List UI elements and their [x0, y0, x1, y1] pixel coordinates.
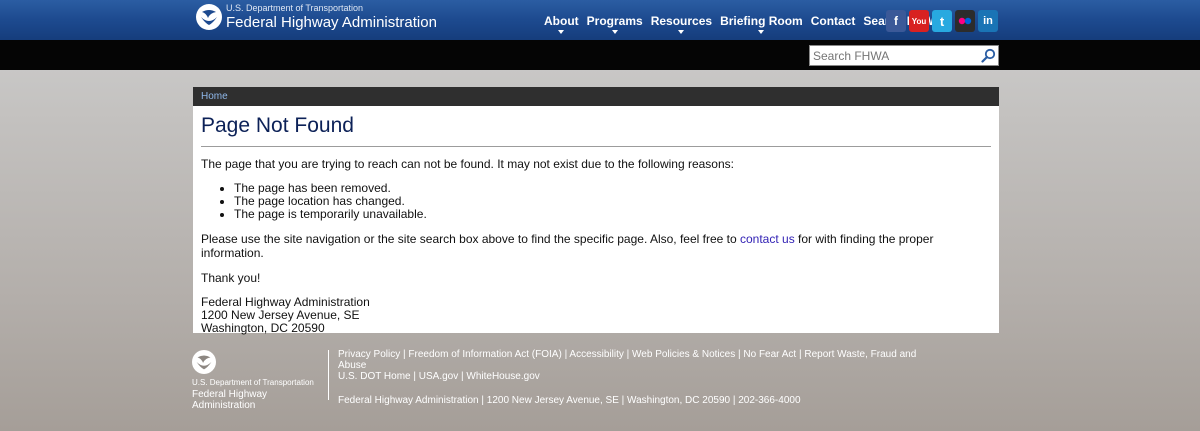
footer-link-whitehouse-gov[interactable]: WhiteHouse.gov — [466, 371, 539, 382]
footer-link-no-fear-act[interactable]: No Fear Act — [743, 349, 796, 360]
nav-briefing-room[interactable]: Briefing Room — [716, 14, 807, 36]
search-bar-strip — [0, 40, 1200, 70]
footer-links-row: U.S. DOT Home | USA.gov | WhiteHouse.gov — [338, 371, 540, 382]
address-line: Washington, DC 20590 — [201, 321, 325, 335]
nav-programs[interactable]: Programs — [583, 14, 647, 36]
contact-us-link[interactable]: contact us — [740, 232, 795, 246]
nav-resources[interactable]: Resources — [647, 14, 716, 36]
footer-logo[interactable]: U.S. Department of Transportation Federa… — [192, 350, 327, 411]
facebook-icon[interactable]: f — [886, 10, 906, 32]
main-content: Home Page Not Found The page that you ar… — [193, 87, 999, 335]
footer-link-usa-gov[interactable]: USA.gov — [419, 371, 458, 382]
address-block: Federal Highway Administration 1200 New … — [201, 296, 991, 335]
footer-links: Privacy Policy | Freedom of Information … — [338, 349, 938, 406]
brand-title: Federal Highway Administration — [226, 14, 437, 31]
footer-link-web-policies[interactable]: Web Policies & Notices — [632, 349, 735, 360]
footer-link-dot-home[interactable]: U.S. DOT Home — [338, 371, 411, 382]
search-icon[interactable] — [978, 46, 998, 65]
footer-divider — [328, 350, 329, 400]
youtube-icon[interactable]: You — [909, 10, 929, 32]
breadcrumb-home-link[interactable]: Home — [201, 91, 228, 102]
dot-emblem-icon — [192, 350, 216, 374]
dot-emblem-icon — [196, 4, 222, 30]
footer-logo-subtitle: U.S. Department of Transportation — [192, 378, 314, 387]
search-input[interactable] — [810, 46, 978, 65]
brand-subtitle: U.S. Department of Transportation — [226, 3, 364, 13]
chevron-down-icon — [558, 30, 565, 34]
social-links: f You t in — [886, 10, 998, 32]
page-title: Page Not Found — [201, 114, 991, 147]
nav-about[interactable]: About — [540, 14, 583, 36]
help-text: Please use the site navigation or the si… — [201, 232, 934, 260]
thank-you-text: Thank you! — [201, 271, 261, 285]
chevron-down-icon — [758, 30, 765, 34]
search-box — [809, 45, 999, 66]
nav-contact[interactable]: Contact — [807, 14, 860, 36]
intro-text: The page that you are trying to reach ca… — [201, 157, 734, 171]
site-header: U.S. Department of Transportation Federa… — [0, 0, 1200, 40]
footer-link-accessibility[interactable]: Accessibility — [569, 349, 623, 360]
linkedin-icon[interactable]: in — [978, 10, 998, 32]
footer-links-row: Privacy Policy | Freedom of Information … — [338, 349, 917, 371]
chevron-down-icon — [678, 30, 685, 34]
site-logo-link[interactable]: U.S. Department of Transportation Federa… — [196, 4, 437, 30]
list-item: The page is temporarily unavailable. — [234, 208, 991, 221]
footer-logo-title: Federal Highway Administration — [192, 389, 268, 411]
twitter-icon[interactable]: t — [932, 10, 952, 32]
footer-link-foia[interactable]: Freedom of Information Act (FOIA) — [408, 349, 561, 360]
flickr-icon[interactable] — [955, 10, 975, 32]
reason-list: The page has been removed. The page loca… — [234, 182, 991, 221]
breadcrumb: Home — [193, 87, 999, 106]
footer-address: Federal Highway Administration | 1200 Ne… — [338, 395, 801, 406]
footer-link-privacy-policy[interactable]: Privacy Policy — [338, 349, 400, 360]
chevron-down-icon — [611, 30, 618, 34]
